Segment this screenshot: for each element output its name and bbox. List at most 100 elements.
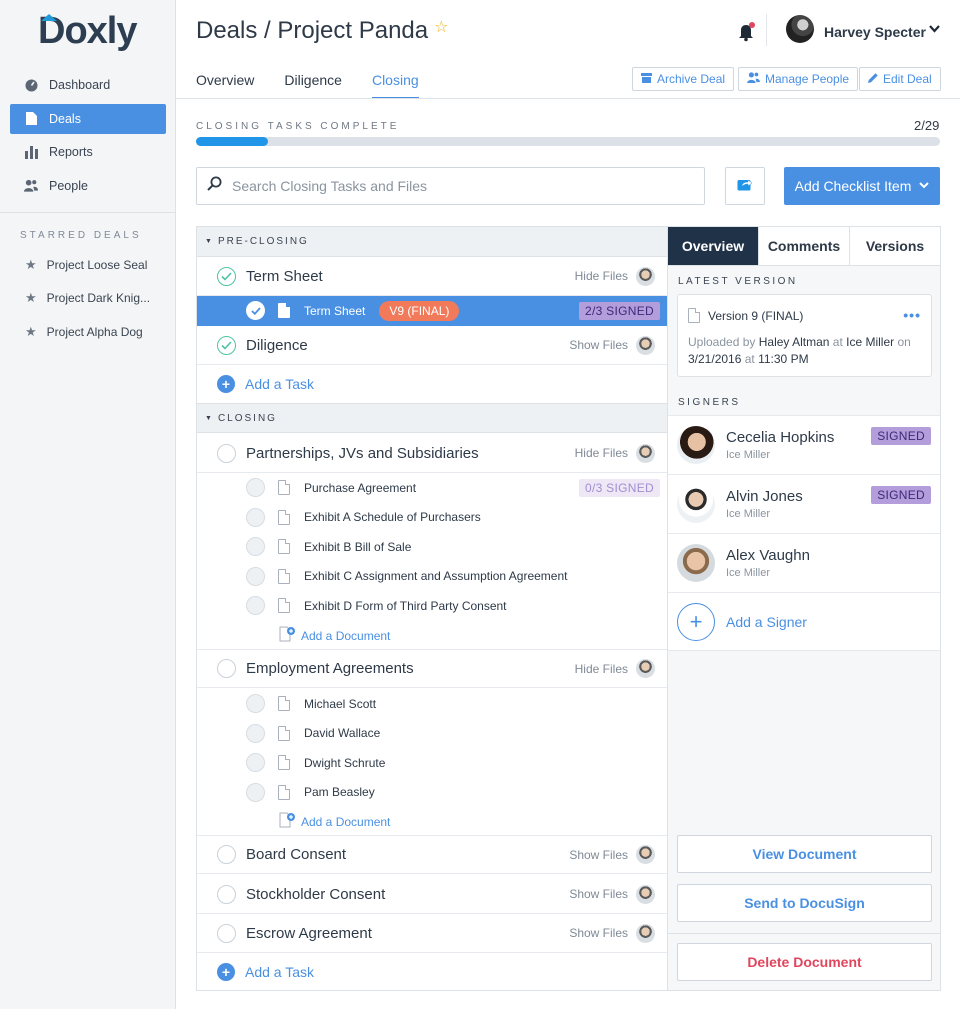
assignee-avatar[interactable] [636,266,655,286]
chevron-down-icon[interactable] [929,22,940,36]
starred-deal-item[interactable]: ★ Project Loose Seal [10,248,170,282]
tab-overview[interactable]: Overview [196,72,254,99]
add-document-label: Add a Document [301,628,391,643]
document-checkbox[interactable] [246,782,265,802]
tab-detail-versions[interactable]: Versions [849,227,940,265]
document-checkbox[interactable] [246,596,265,616]
task-complete-checkbox[interactable] [217,659,236,678]
task-complete-checkbox[interactable] [217,335,236,355]
avatar [677,426,715,464]
document-row[interactable]: Exhibit C Assignment and Assumption Agre… [197,562,667,592]
sidebar-item-people[interactable]: People [10,171,166,201]
assignee-avatar[interactable] [636,884,655,904]
document-checkbox[interactable] [246,478,265,498]
delete-document-button[interactable]: Delete Document [677,943,932,981]
toggle-files-link[interactable]: Hide Files [575,446,628,460]
send-to-docusign-button[interactable]: Send to DocuSign [677,884,932,922]
task-complete-checkbox[interactable] [217,923,236,943]
assignee-avatar[interactable] [636,659,655,678]
toggle-files-link[interactable]: Show Files [569,887,628,901]
document-row[interactable]: Exhibit D Form of Third Party Consent [197,591,667,621]
document-checkbox[interactable] [246,694,265,714]
add-task-button[interactable]: + Add a Task [217,963,314,981]
task-complete-checkbox[interactable] [217,266,236,286]
archive-deal-button[interactable]: Archive Deal [632,67,735,91]
document-checkbox[interactable] [246,566,265,586]
section-header-pre-closing[interactable]: ▼ PRE-CLOSING [197,227,667,257]
add-document-link[interactable]: Add a Document [279,626,390,645]
assignee-avatar[interactable] [636,335,655,355]
task-complete-checkbox[interactable] [217,845,236,864]
sidebar-item-reports[interactable]: Reports [10,137,166,167]
tab-detail-comments[interactable]: Comments [758,227,849,265]
document-row[interactable]: David Wallace [197,719,667,749]
toggle-files-link[interactable]: Hide Files [575,269,628,283]
task-row-employment[interactable]: Employment Agreements Hide Files [197,649,667,688]
document-checkbox[interactable] [246,723,265,743]
doxly-logo[interactable]: Doxly [38,10,137,53]
more-options-icon[interactable]: ••• [903,307,921,323]
signer-row[interactable]: Alvin Jones Ice Miller SIGNED [668,474,940,533]
task-row-stockholder-consent[interactable]: Stockholder Consent Show Files [197,875,667,914]
document-row[interactable]: Exhibit B Bill of Sale [197,532,667,562]
archive-icon [641,72,652,86]
tab-diligence[interactable]: Diligence [284,72,342,99]
document-row-selected[interactable]: Term Sheet V9 (FINAL) 2/3 SIGNED [197,296,667,326]
uploader-firm: Ice Miller [846,335,895,349]
task-row-term-sheet[interactable]: Term Sheet Hide Files [197,257,667,296]
sidebar-item-deals[interactable]: Deals [10,103,166,134]
avatar[interactable] [786,15,814,43]
tab-closing[interactable]: Closing [371,72,419,99]
version-title-text: Version 9 (FINAL) [708,308,804,323]
document-checkbox[interactable] [246,753,265,773]
toggle-files-link[interactable]: Show Files [569,848,628,862]
signer-row[interactable]: Cecelia Hopkins Ice Miller SIGNED [668,415,940,474]
task-complete-checkbox[interactable] [217,884,236,904]
add-document-link[interactable]: Add a Document [279,812,390,831]
toggle-files-link[interactable]: Show Files [569,926,628,940]
task-name: Term Sheet [246,267,323,285]
document-row[interactable]: Michael Scott [197,689,667,719]
assignee-avatar[interactable] [636,923,655,943]
sidebar-item-label: Dashboard [49,78,111,92]
manage-people-button[interactable]: Manage People [738,67,859,91]
search-box[interactable] [196,167,705,205]
version-card[interactable]: Version 9 (FINAL) ••• Uploaded by Haley … [677,294,932,377]
task-row-partnerships[interactable]: Partnerships, JVs and Subsidiaries Hide … [197,434,667,473]
add-checklist-item-button[interactable]: Add Checklist Item [784,167,940,205]
favorite-star-icon[interactable]: ☆ [434,19,448,36]
edit-deal-button[interactable]: Edit Deal [859,67,941,91]
document-checkbox[interactable] [246,507,265,527]
task-complete-checkbox[interactable] [217,443,236,463]
add-task-button[interactable]: + Add a Task [217,375,314,393]
starred-deal-item[interactable]: ★ Project Dark Knig... [10,282,170,316]
signer-row[interactable]: Alex Vaughn Ice Miller [668,533,940,592]
search-input[interactable] [232,178,672,194]
caret-down-icon: ▼ [205,414,214,422]
section-header-closing[interactable]: ▼ CLOSING [197,403,667,433]
user-name[interactable]: Harvey Specter [824,24,926,40]
document-row[interactable]: Pam Beasley [197,778,667,808]
add-signer-row[interactable]: + Add a Signer [668,592,940,651]
toggle-files-link[interactable]: Show Files [569,338,628,352]
toggle-files-link[interactable]: Hide Files [575,662,628,676]
task-name: Escrow Agreement [246,924,372,942]
document-row[interactable]: Exhibit A Schedule of Purchasers [197,503,667,533]
share-button[interactable] [725,167,765,205]
document-row[interactable]: Dwight Schrute [197,748,667,778]
notification-bell-icon[interactable] [738,22,756,42]
document-checkbox[interactable] [246,537,265,557]
latest-version-label: LATEST VERSION [678,276,798,287]
dashboard-icon [24,78,38,92]
starred-deal-item[interactable]: ★ Project Alpha Dog [10,315,170,349]
task-row-escrow-agreement[interactable]: Escrow Agreement Show Files [197,914,667,953]
task-row-board-consent[interactable]: Board Consent Show Files [197,835,667,874]
document-selected-checkbox[interactable] [246,301,265,321]
assignee-avatar[interactable] [636,845,655,864]
view-document-button[interactable]: View Document [677,835,932,873]
sidebar-item-dashboard[interactable]: Dashboard [10,70,166,100]
task-row-diligence[interactable]: Diligence Show Files [197,326,667,365]
assignee-avatar[interactable] [636,443,655,463]
document-row[interactable]: Purchase Agreement 0/3 SIGNED [197,473,667,503]
tab-detail-overview[interactable]: Overview [668,227,758,265]
